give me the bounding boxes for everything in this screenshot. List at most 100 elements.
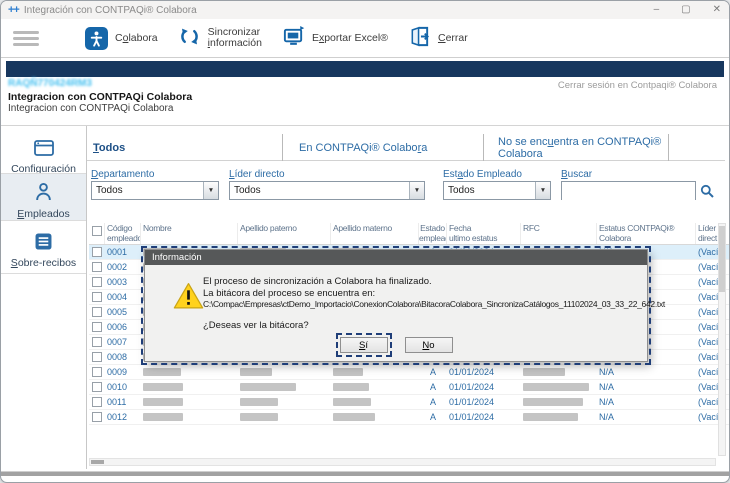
lider-directo-label: Líder directo [229, 169, 285, 180]
table-row[interactable]: 0009 A 01/01/2024 N/A (Vacío) [89, 365, 730, 380]
table-row[interactable]: 0010 A 01/01/2024 N/A (Vacío) [89, 380, 730, 395]
row-checkbox[interactable] [92, 367, 102, 377]
row-checkbox[interactable] [92, 307, 102, 317]
window-icon [34, 143, 54, 160]
minimize-button[interactable]: – [654, 5, 660, 15]
row-checkbox[interactable] [92, 292, 102, 302]
dialog-line-2: La bitácora del proceso se encuentra en: [203, 288, 643, 300]
tab-no-se-encuentra[interactable]: No se encuentra en CONTPAQi® Colabora [484, 134, 669, 161]
excel-monitor-icon [282, 25, 305, 51]
departamento-select[interactable]: Todos ▼ [91, 181, 219, 200]
cell-codigo: 0002 [105, 262, 141, 272]
cell-estatus: N/A [597, 397, 696, 407]
departamento-label: Departamento [91, 169, 154, 180]
tab-todos[interactable]: Todos [87, 134, 283, 161]
screen: ++ Integración con CONTPAQi® Colabora – … [0, 0, 730, 483]
row-checkbox[interactable] [92, 412, 102, 422]
warning-icon [173, 282, 204, 315]
window-bottom-border [1, 471, 729, 476]
redacted-nombre [143, 368, 181, 376]
redacted-rfc [523, 368, 565, 376]
yes-button[interactable]: Sí [340, 337, 388, 353]
cerrar-button[interactable]: Cerrar [408, 25, 468, 51]
table-row[interactable]: 0012 A 01/01/2024 N/A (Vacío) [89, 410, 730, 425]
chevron-down-icon: ▼ [203, 182, 218, 199]
vertical-scrollbar-thumb[interactable] [719, 226, 725, 292]
select-all-checkbox [92, 226, 102, 236]
exportar-excel-button[interactable]: Exportar Excel® [282, 25, 388, 51]
chevron-down-icon: ▼ [535, 182, 550, 199]
col-estado-empleado[interactable]: Estado empleado [419, 223, 447, 244]
redacted-apellido-paterno [240, 368, 272, 376]
sincronizar-button[interactable]: Sincronizarinformación [178, 25, 262, 51]
cell-codigo: 0003 [105, 277, 141, 287]
search-input[interactable] [562, 184, 695, 201]
dialog-message: El proceso de sincronización a Colabora … [203, 276, 643, 311]
exit-door-icon [408, 25, 431, 51]
person-icon [35, 188, 52, 205]
redacted-nombre [143, 383, 183, 391]
dialog-line-1: El proceso de sincronización a Colabora … [203, 276, 643, 288]
session-header-bar [6, 61, 724, 77]
redacted-apellido-paterno [240, 398, 278, 406]
row-checkbox[interactable] [92, 262, 102, 272]
no-button[interactable]: No [405, 337, 453, 353]
col-nombre[interactable]: Nombre [141, 223, 238, 244]
col-apellido-materno[interactable]: Apellido materno [331, 223, 419, 244]
col-fecha-ultimo-estatus[interactable]: Fecha ultimo estatus [447, 223, 521, 244]
header-divider [1, 125, 729, 126]
lider-directo-select[interactable]: Todos ▼ [229, 181, 425, 200]
sidebar-item-sobre-recibos[interactable]: Sobre-recibos [1, 227, 86, 273]
redacted-rfc [523, 383, 589, 391]
colabora-person-icon [85, 27, 108, 50]
row-checkbox[interactable] [92, 247, 102, 257]
row-checkbox[interactable] [92, 382, 102, 392]
cell-fecha: 01/01/2024 [447, 367, 521, 377]
search-icon[interactable] [700, 184, 714, 203]
col-codigo-empleado[interactable]: Código empleado [105, 223, 141, 244]
colabora-button[interactable]: Colabora [85, 27, 158, 50]
tab-en-contpaqi-colabora[interactable]: En CONTPAQi® Colabora [283, 134, 484, 161]
cell-codigo: 0005 [105, 307, 141, 317]
cell-codigo: 0009 [105, 367, 141, 377]
search-box [561, 181, 696, 200]
cell-codigo: 0011 [105, 397, 141, 407]
cell-fecha: 01/01/2024 [447, 397, 521, 407]
sidebar-item-empleados[interactable]: Empleados [1, 174, 86, 220]
estado-empleado-select[interactable]: Todos ▼ [443, 181, 551, 200]
row-checkbox[interactable] [92, 352, 102, 362]
module-subtitle: Integracion con CONTPAQi Colabora [8, 103, 173, 114]
sidebar-item-configuracion[interactable]: Configuración [1, 135, 86, 173]
dialog-log-path: C:\Compac\Empresas\ctDemo_Importacio\Con… [203, 299, 643, 311]
module-title: Integracion con CONTPAQi Colabora [8, 91, 192, 103]
table-row[interactable]: 0011 A 01/01/2024 N/A (Vacío) [89, 395, 730, 410]
horizontal-scrollbar[interactable] [89, 458, 716, 466]
title-bar: ++ Integración con CONTPAQi® Colabora – … [1, 1, 729, 19]
logout-link[interactable]: Cerrar sesión en Contpaqi® Colabora [558, 80, 717, 91]
cell-estado: A [419, 412, 447, 422]
horizontal-scrollbar-thumb[interactable] [91, 460, 104, 464]
row-checkbox[interactable] [92, 337, 102, 347]
cell-codigo: 0004 [105, 292, 141, 302]
company-rfc-link[interactable]: RAQÑ770424RM3 [8, 78, 92, 89]
row-checkbox[interactable] [92, 277, 102, 287]
redacted-rfc [523, 398, 583, 406]
col-apellido-paterno[interactable]: Apellido paterno [238, 223, 331, 244]
redacted-apellido-materno [333, 368, 363, 376]
estado-empleado-label: Estado Empleado [443, 169, 522, 180]
cell-codigo: 0006 [105, 322, 141, 332]
col-rfc[interactable]: RFC [521, 223, 597, 244]
dialog-title-bar[interactable]: Información [145, 250, 647, 265]
redacted-apellido-paterno [240, 383, 296, 391]
toolbar: Colabora Sincronizarinformación Exportar… [1, 19, 729, 58]
select-all-checkbox-cell[interactable] [89, 223, 105, 244]
row-checkbox[interactable] [92, 397, 102, 407]
close-button[interactable]: ✕ [713, 5, 721, 15]
col-estatus-contpaqi-colabora[interactable]: Estatus CONTPAQi® Colabora [597, 223, 696, 244]
maximize-button[interactable]: ▢ [681, 5, 690, 15]
sidebar: Configuración Empleados Sobre-recibos [1, 126, 87, 469]
vertical-scrollbar[interactable] [718, 223, 726, 456]
cell-estado: A [419, 382, 447, 392]
row-checkbox[interactable] [92, 322, 102, 332]
menu-hamburger-icon[interactable] [13, 28, 39, 49]
